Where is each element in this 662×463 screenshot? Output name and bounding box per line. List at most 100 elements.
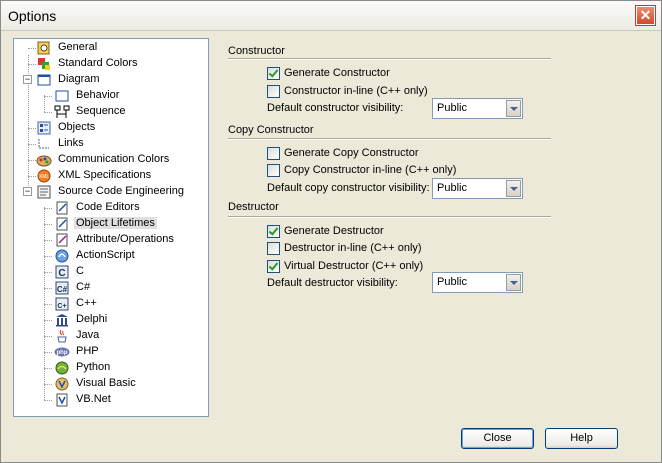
checkbox-box[interactable]: [267, 242, 280, 255]
checkbox-box[interactable]: [267, 147, 280, 160]
tree-item-label: Delphi: [76, 313, 108, 325]
tree-item-communication-colors[interactable]: Communication Colors: [14, 152, 204, 168]
tree-item-code-editors[interactable]: Code Editors: [14, 200, 204, 216]
python-icon: [55, 361, 69, 375]
tree-item-label: C++: [76, 297, 97, 309]
php-icon: php: [54, 347, 70, 357]
checkbox-box[interactable]: [267, 225, 280, 238]
tree-item-links[interactable]: Links: [14, 136, 204, 152]
checkbox-label: Copy Constructor in-line (C++ only): [284, 164, 457, 176]
tree-item-label: C#: [76, 281, 91, 293]
checkbox-label: Generate Copy Constructor: [284, 147, 419, 159]
tree-item-delphi[interactable]: Delphi: [14, 312, 204, 328]
tree-item-xml-specifications[interactable]: XML XML Specifications: [14, 168, 204, 184]
links-icon: [38, 139, 49, 149]
checkbox-box[interactable]: [267, 67, 280, 80]
tree-item-c[interactable]: C C: [14, 264, 204, 280]
tree-item-label: Source Code Engineering: [58, 185, 184, 197]
collapse-icon[interactable]: −: [23, 75, 32, 84]
svg-text:C+: C+: [57, 303, 66, 310]
checkbox-label: Generate Destructor: [284, 225, 384, 237]
svg-text:php: php: [57, 350, 68, 356]
chevron-down-icon[interactable]: [506, 180, 521, 197]
cpp-icon: C+: [55, 297, 69, 311]
tree-item-diagram[interactable]: − Diagram: [14, 72, 204, 88]
tree-item-csharp[interactable]: C# C#: [14, 280, 204, 296]
copy-constructor-visibility-select[interactable]: Public: [432, 178, 523, 199]
destructor-visibility-label: Default destructor visibility:: [267, 277, 398, 289]
attribute-operations-icon: [56, 233, 68, 247]
close-window-button[interactable]: ✕: [635, 5, 656, 26]
sequence-icon: [54, 105, 70, 118]
section-divider: [228, 58, 551, 60]
checkbox-label: Constructor in-line (C++ only): [284, 85, 428, 97]
tree-item-label: Sequence: [76, 105, 126, 117]
destructor-visibility-select[interactable]: Public: [432, 272, 523, 293]
tree-item-label: Visual Basic: [76, 377, 136, 389]
tree-item-label: C: [76, 265, 84, 277]
close-button-label: Close: [483, 432, 512, 444]
tree-item-label: Communication Colors: [58, 153, 170, 165]
tree-item-label: Java: [76, 329, 100, 341]
chevron-down-icon[interactable]: [506, 274, 521, 291]
title-bar: Options ✕: [1, 1, 661, 31]
svg-text:XML: XML: [39, 174, 50, 180]
tree-item-php[interactable]: php PHP: [14, 344, 204, 360]
tree-item-java[interactable]: Java: [14, 328, 204, 344]
java-icon: [57, 329, 67, 343]
tree-item-general[interactable]: General: [14, 40, 204, 56]
help-button[interactable]: Help: [545, 428, 618, 449]
help-button-label: Help: [570, 432, 593, 444]
tree-item-objects[interactable]: Objects: [14, 120, 204, 136]
select-value: Public: [437, 276, 467, 288]
checkbox-box[interactable]: [267, 164, 280, 177]
options-dialog: Options ✕ General Standard Colors − Diag…: [0, 0, 662, 463]
tree-item-label: VB.Net: [76, 393, 111, 405]
section-divider: [228, 216, 551, 218]
collapse-icon[interactable]: −: [23, 187, 32, 196]
behavior-icon: [55, 90, 69, 102]
objects-icon: [37, 121, 51, 135]
select-value: Public: [437, 102, 467, 114]
options-tree[interactable]: General Standard Colors − Diagram Behavi…: [13, 38, 209, 417]
source-code-icon: [37, 185, 51, 199]
tree-item-standard-colors[interactable]: Standard Colors: [14, 56, 204, 72]
tree-item-label: Links: [58, 137, 84, 149]
tree-item-vbnet[interactable]: VB.Net: [14, 392, 204, 408]
tree-item-python[interactable]: Python: [14, 360, 204, 376]
tree-item-attribute-operations[interactable]: Attribute/Operations: [14, 232, 204, 248]
checkbox-label: Destructor in-line (C++ only): [284, 242, 422, 254]
constructor-visibility-label: Default constructor visibility:: [267, 102, 404, 114]
diagram-icon: [37, 74, 51, 86]
constructor-visibility-select[interactable]: Public: [432, 98, 523, 119]
checkbox-box[interactable]: [267, 85, 280, 98]
section-divider: [228, 138, 551, 140]
communication-colors-icon: [36, 155, 52, 167]
general-icon: [37, 41, 50, 55]
code-editors-icon: [56, 201, 68, 215]
tree-item-visual-basic[interactable]: Visual Basic: [14, 376, 204, 392]
object-lifetimes-icon: [56, 217, 68, 231]
tree-item-cpp[interactable]: C+ C++: [14, 296, 204, 312]
tree-item-label: Diagram: [58, 73, 100, 85]
tree-item-object-lifetimes[interactable]: Object Lifetimes: [14, 216, 204, 232]
checkbox-label: Virtual Destructor (C++ only): [284, 260, 424, 272]
tree-item-label: PHP: [76, 345, 99, 357]
colors-icon: [38, 58, 50, 70]
chevron-down-icon[interactable]: [506, 100, 521, 117]
actionscript-icon: [55, 249, 69, 263]
tree-item-actionscript[interactable]: ActionScript: [14, 248, 204, 264]
svg-text:C: C: [58, 268, 65, 279]
section-title-destructor: Destructor: [228, 201, 279, 213]
checkbox-box[interactable]: [267, 260, 280, 273]
svg-text:C#: C#: [57, 285, 68, 294]
copy-constructor-visibility-label: Default copy constructor visibility:: [267, 182, 430, 194]
tree-item-source-code-engineering[interactable]: − Source Code Engineering: [14, 184, 204, 200]
close-button[interactable]: Close: [461, 428, 534, 449]
tree-item-label: Object Lifetimes: [74, 217, 157, 229]
visual-basic-icon: [55, 377, 69, 391]
section-title-constructor: Constructor: [228, 45, 285, 57]
tree-item-label: Behavior: [76, 89, 120, 101]
tree-item-sequence[interactable]: Sequence: [14, 104, 204, 120]
tree-item-behavior[interactable]: Behavior: [14, 88, 204, 104]
